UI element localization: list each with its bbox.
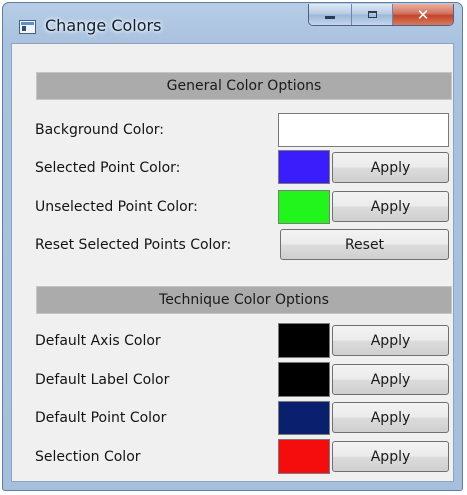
- maximize-icon: [367, 11, 377, 18]
- dialog-content: General Color Options Background Color: …: [11, 43, 454, 482]
- title-bar[interactable]: Change Colors ✕: [3, 3, 462, 43]
- minimize-button[interactable]: [309, 4, 352, 25]
- selection-color-swatch[interactable]: [278, 439, 330, 474]
- background-color-label: Background Color:: [35, 122, 164, 138]
- change-colors-window: Change Colors ✕ General Color Options Ba…: [2, 2, 463, 491]
- default-label-color-label: Default Label Color: [35, 372, 170, 388]
- window-title: Change Colors: [45, 16, 162, 35]
- selection-color-label: Selection Color: [35, 449, 141, 465]
- selected-point-apply-button[interactable]: Apply: [332, 152, 449, 183]
- default-label-color-swatch[interactable]: [278, 362, 330, 397]
- technique-color-options-header: Technique Color Options: [36, 286, 452, 314]
- unselected-point-color-swatch[interactable]: [278, 190, 330, 224]
- default-point-color-label: Default Point Color: [35, 410, 167, 426]
- selected-point-color-swatch[interactable]: [278, 150, 330, 184]
- unselected-point-apply-button[interactable]: Apply: [332, 191, 449, 222]
- background-color-swatch[interactable]: [278, 113, 449, 147]
- default-label-apply-button[interactable]: Apply: [332, 364, 449, 395]
- default-axis-apply-button[interactable]: Apply: [332, 325, 449, 356]
- close-button[interactable]: ✕: [393, 4, 453, 25]
- default-point-color-swatch[interactable]: [278, 401, 330, 435]
- reset-selected-points-color-label: Reset Selected Points Color:: [35, 237, 232, 253]
- default-point-apply-button[interactable]: Apply: [332, 402, 449, 433]
- unselected-point-color-label: Unselected Point Color:: [35, 199, 198, 215]
- close-icon: ✕: [416, 5, 430, 24]
- general-color-options-header: General Color Options: [36, 72, 452, 100]
- maximize-button[interactable]: [352, 4, 393, 25]
- default-axis-color-label: Default Axis Color: [35, 333, 161, 349]
- default-axis-color-swatch[interactable]: [278, 323, 330, 358]
- window-icon: [19, 20, 36, 34]
- minimize-icon: [325, 16, 335, 19]
- selected-point-color-label: Selected Point Color:: [35, 160, 181, 176]
- selection-apply-button[interactable]: Apply: [332, 441, 449, 472]
- reset-button[interactable]: Reset: [280, 229, 449, 260]
- caption-buttons: ✕: [308, 4, 454, 26]
